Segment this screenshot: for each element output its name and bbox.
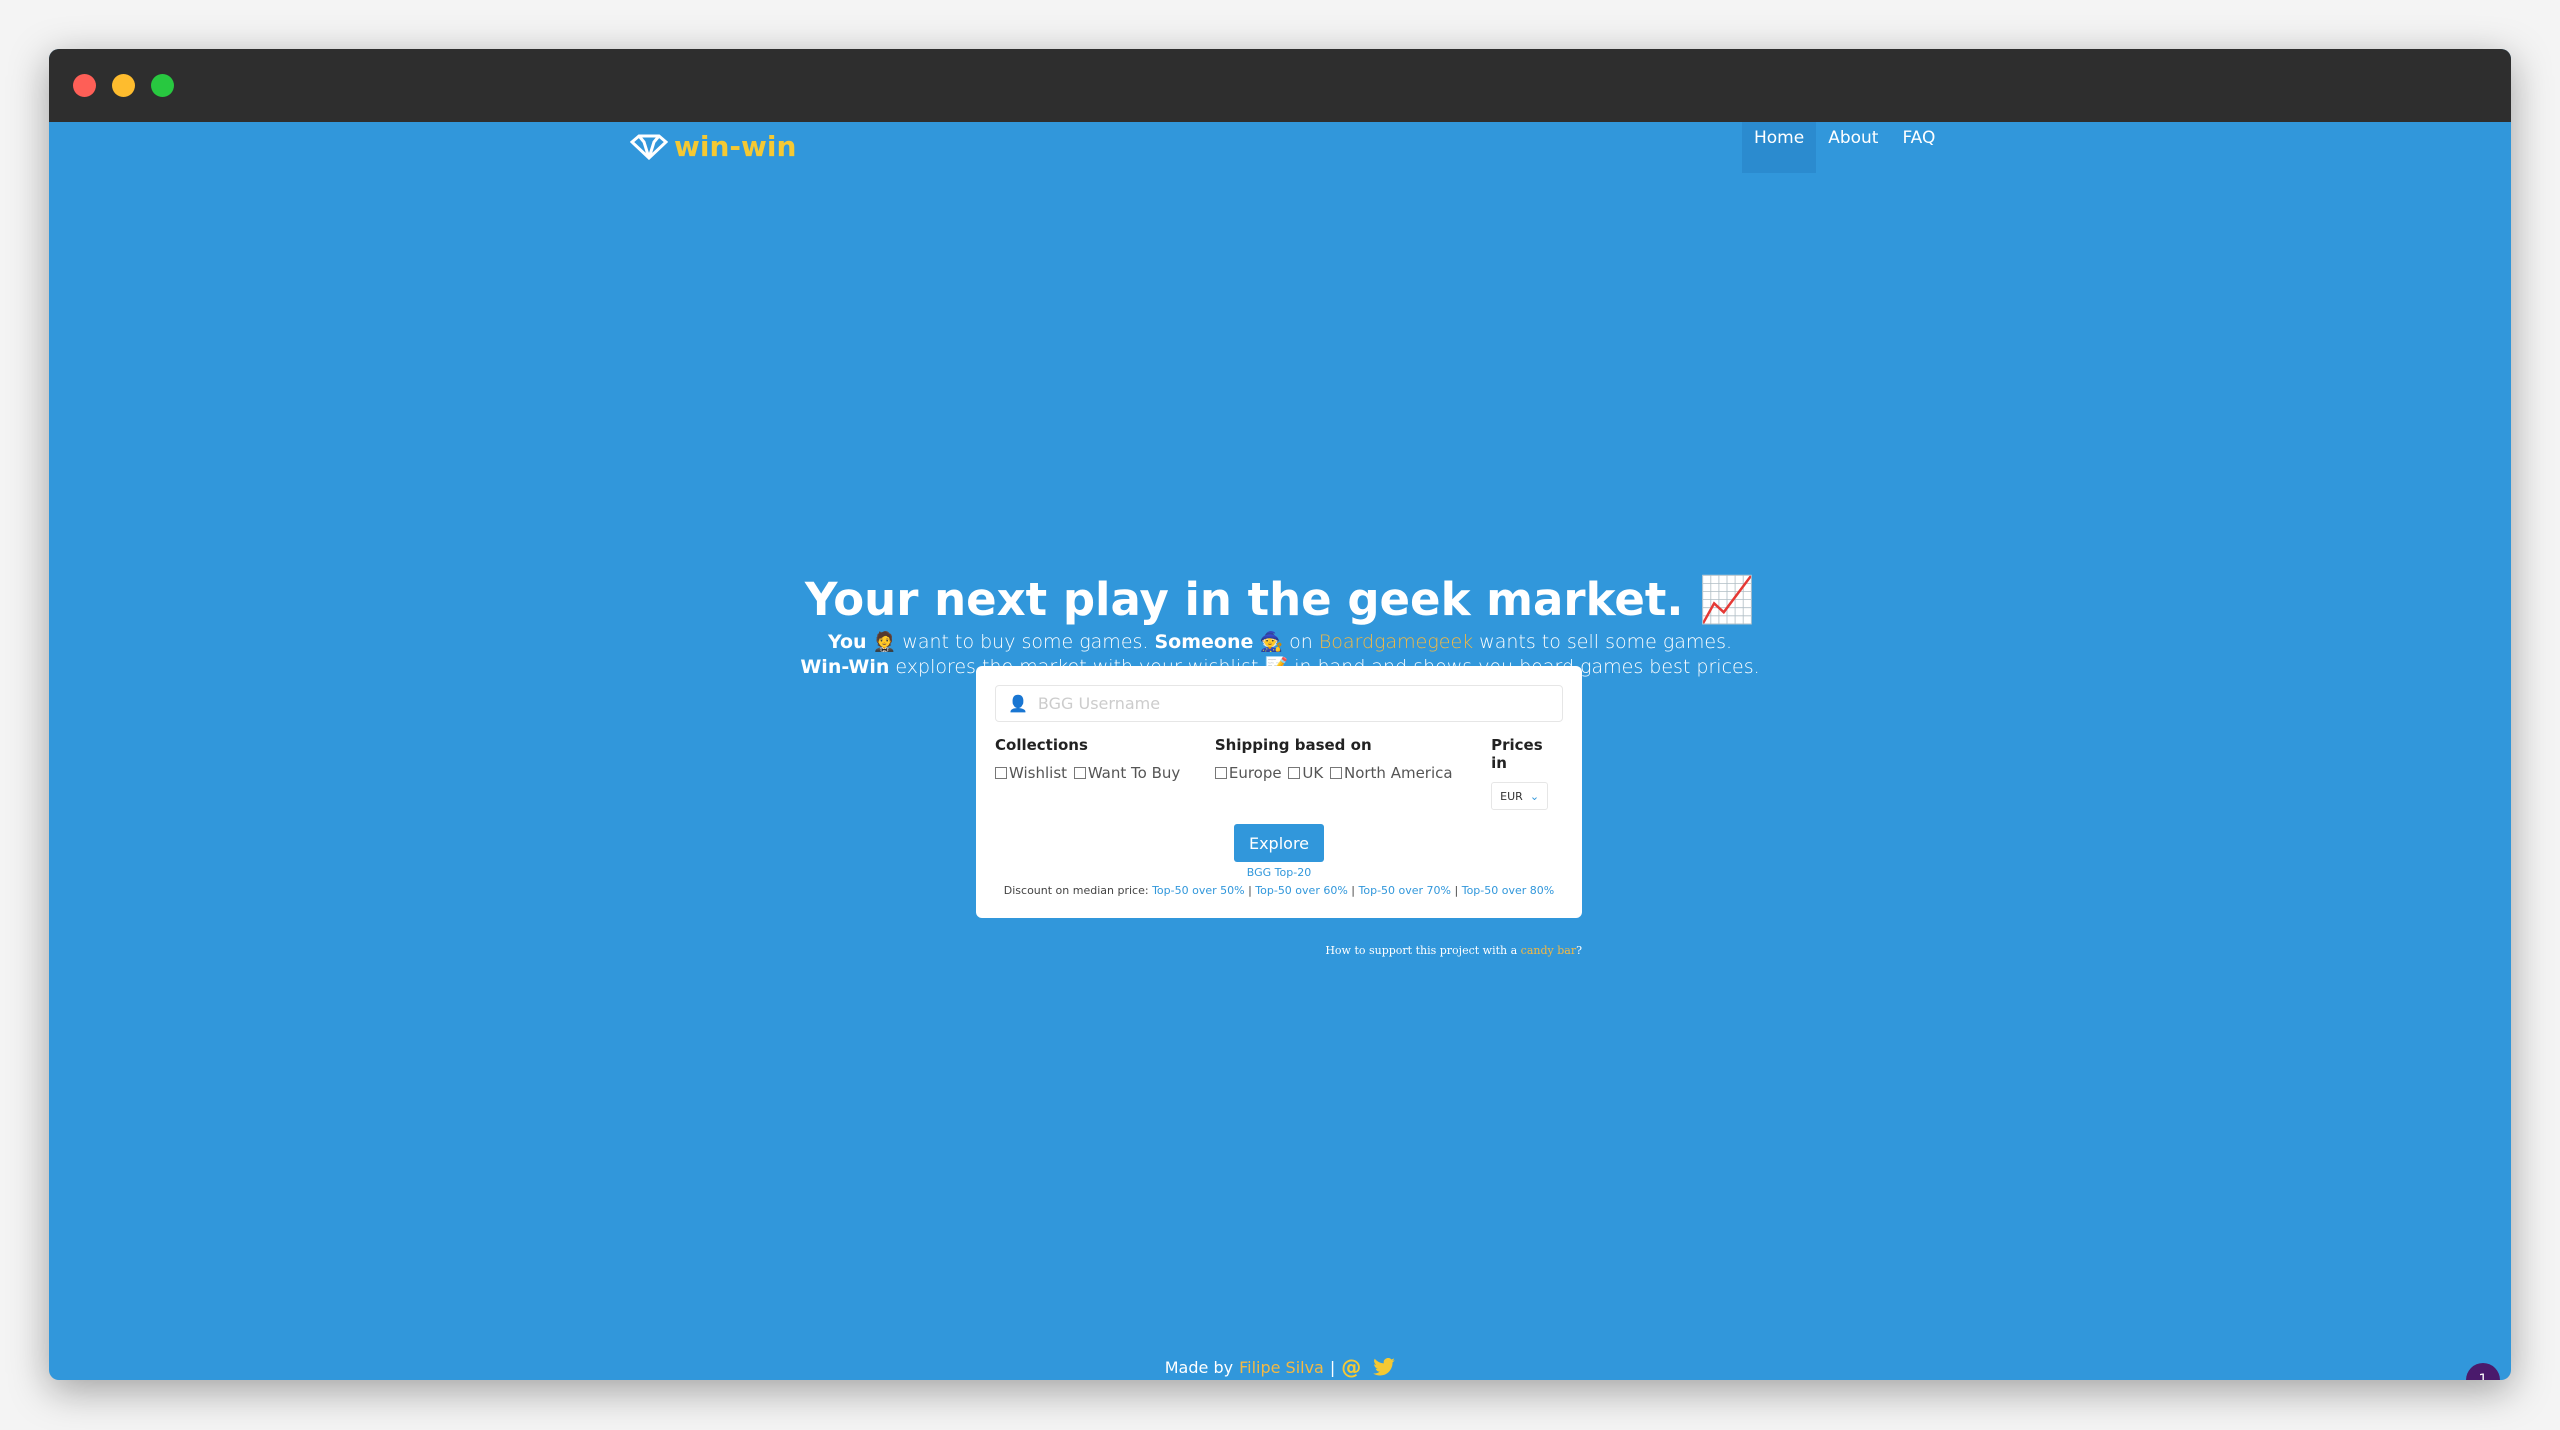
uk-checkbox[interactable]: UK <box>1288 764 1323 782</box>
browser-window: win-win Home About FAQ Your next play in… <box>49 49 2511 1380</box>
discount-60-link[interactable]: Top-50 over 60% <box>1255 884 1348 897</box>
text: How to support this project with a <box>1325 944 1521 957</box>
nav-home[interactable]: Home <box>1742 122 1817 173</box>
support-text: How to support this project with a candy… <box>49 944 1582 957</box>
discount-70-link[interactable]: Top-50 over 70% <box>1359 884 1452 897</box>
selected-value: EUR <box>1500 789 1523 803</box>
author-link[interactable]: Filipe Silva <box>1239 1358 1324 1377</box>
email-icon[interactable]: @ <box>1341 1355 1361 1379</box>
you-text: You <box>827 631 867 653</box>
want-to-buy-checkbox[interactable]: Want To Buy <box>1073 764 1181 782</box>
subtitle-line-1: You 🤵 want to buy some games. Someone 🧙 … <box>49 630 2511 655</box>
person-icon: 🤵 <box>872 631 897 653</box>
wishlist-checkbox[interactable]: Wishlist <box>995 764 1067 782</box>
nav-faq[interactable]: FAQ <box>1890 122 1947 173</box>
diamond-icon <box>630 134 668 160</box>
page: win-win Home About FAQ Your next play in… <box>49 122 2511 1380</box>
someone-text: Someone <box>1154 631 1254 653</box>
discount-label: Discount on median price: <box>1003 884 1153 897</box>
title-text: Your next play in the geek market. <box>804 573 1684 626</box>
username-placeholder: BGG Username <box>1037 694 1161 713</box>
twitter-icon[interactable] <box>1373 1358 1396 1376</box>
hero: Your next play in the geek market. 📈 You… <box>49 570 2511 680</box>
prices-label: Prices in <box>1491 736 1543 772</box>
boardgamegeek-link[interactable]: Boardgamegeek <box>1319 631 1473 653</box>
nav-about[interactable]: About <box>1816 122 1890 173</box>
text: on <box>1283 631 1319 653</box>
europe-checkbox[interactable]: Europe <box>1214 764 1282 782</box>
prices-group: Prices in EUR ⌄ <box>1491 736 1563 810</box>
made-by-text: Made by <box>1164 1357 1234 1377</box>
username-input[interactable]: 👤 BGG Username <box>995 685 1563 722</box>
chart-up-icon: 📈 <box>1699 573 1756 626</box>
shipping-group: Shipping based on Europe UK North Americ… <box>1214 736 1491 810</box>
collections-group: Collections Wishlist Want To Buy <box>995 736 1215 810</box>
user-icon: 👤 <box>1008 694 1028 713</box>
logo-text: win-win <box>674 130 797 163</box>
minimize-button[interactable] <box>112 74 135 97</box>
explore-button[interactable]: Explore <box>1234 824 1324 862</box>
maximize-button[interactable] <box>151 74 174 97</box>
chevron-down-icon: ⌄ <box>1529 789 1540 803</box>
search-form: 👤 BGG Username Collections Wishlist Want… <box>976 666 1582 918</box>
discount-50-link[interactable]: Top-50 over 50% <box>1152 884 1245 897</box>
currency-select[interactable]: EUR ⌄ <box>1491 782 1549 810</box>
label: Europe <box>1228 764 1282 782</box>
wizard-icon: 🧙 <box>1259 631 1284 653</box>
label: Wishlist <box>1009 764 1068 782</box>
close-button[interactable] <box>73 74 96 97</box>
quick-links: BGG Top-20 Discount on median price: Top… <box>1003 866 1555 897</box>
logo[interactable]: win-win <box>630 130 796 163</box>
title-bar <box>49 49 2511 122</box>
footer: Made by Filipe Silva | @ <box>49 1355 2511 1379</box>
bgg-top20-link[interactable]: BGG Top-20 <box>1247 866 1311 879</box>
options-row: Collections Wishlist Want To Buy Shippin… <box>995 736 1563 810</box>
collections-label: Collections <box>995 736 1088 754</box>
text: wants to sell some games. <box>1473 631 1733 653</box>
text: want to buy some games. <box>896 631 1155 653</box>
text: ? <box>1576 944 1582 957</box>
separator: | <box>1329 1357 1336 1377</box>
label: Want To Buy <box>1087 764 1181 782</box>
discount-80-link[interactable]: Top-50 over 80% <box>1462 884 1555 897</box>
shipping-label: Shipping based on <box>1214 736 1372 754</box>
candy-bar-link[interactable]: candy bar <box>1521 944 1576 957</box>
main-nav: Home About FAQ <box>1742 122 1947 173</box>
north-america-checkbox[interactable]: North America <box>1329 764 1453 782</box>
label: North America <box>1343 764 1453 782</box>
label: UK <box>1302 764 1324 782</box>
page-title: Your next play in the geek market. 📈 <box>49 570 2511 630</box>
brand-text: Win-Win <box>800 656 890 678</box>
